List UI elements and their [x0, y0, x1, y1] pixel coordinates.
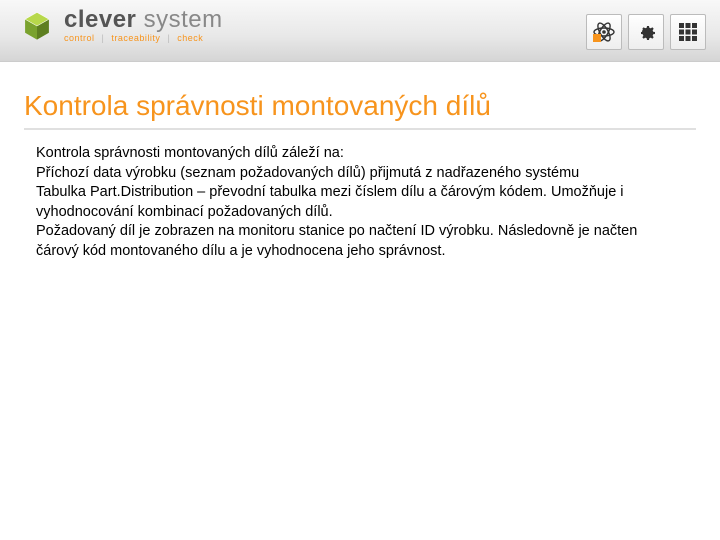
content: Kontrola správnosti montovaných dílů Kon… — [0, 62, 720, 261]
para-1: Kontrola správnosti montovaných dílů zál… — [36, 144, 664, 164]
logo: clever system control | traceability | c… — [20, 8, 223, 43]
logo-cube-icon — [20, 9, 54, 43]
header-icons — [586, 14, 706, 50]
tag-control: control — [64, 33, 95, 43]
grid-icon — [676, 20, 700, 44]
para-2: Příchozí data výrobku (seznam požadovaný… — [36, 164, 664, 184]
body-text: Kontrola správnosti montovaných dílů zál… — [24, 144, 664, 261]
logo-brand-bold: clever — [64, 6, 136, 33]
gear-icon — [634, 20, 658, 44]
logo-brand-light: system — [136, 6, 222, 33]
logo-brand: clever system — [64, 8, 223, 32]
logo-text: clever system control | traceability | c… — [64, 8, 223, 43]
header-bar: clever system control | traceability | c… — [0, 0, 720, 62]
tag-trace: traceability — [111, 33, 160, 43]
tag-sep-1: | — [102, 33, 105, 43]
gear-button[interactable] — [628, 14, 664, 50]
para-3: Tabulka Part.Distribution – převodní tab… — [36, 183, 664, 222]
atom-button[interactable] — [586, 14, 622, 50]
grid-button[interactable] — [670, 14, 706, 50]
atom-icon — [592, 20, 616, 44]
page-title: Kontrola správnosti montovaných dílů — [24, 90, 696, 130]
logo-tagline: control | traceability | check — [64, 34, 223, 43]
tag-check: check — [177, 33, 203, 43]
tag-sep-2: | — [167, 33, 170, 43]
para-4: Požadovaný díl je zobrazen na monitoru s… — [36, 222, 664, 261]
